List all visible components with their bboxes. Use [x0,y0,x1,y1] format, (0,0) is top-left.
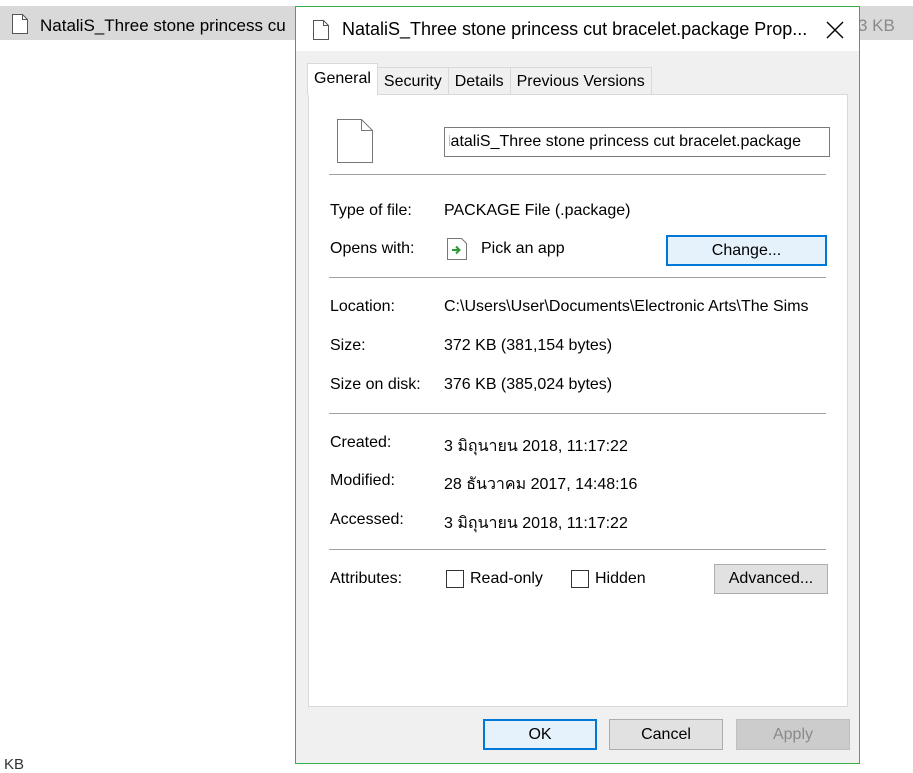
explorer-file-size: 3 KB [858,16,895,35]
pick-app-icon [447,238,467,260]
separator [329,413,826,414]
file-icon [337,119,373,163]
ok-button[interactable]: OK [483,719,597,750]
type-label: Type of file: [330,202,412,219]
accessed-value: 3 มิถุนายน 2018, 11:17:22 [444,515,628,532]
attributes-label: Attributes: [330,570,403,587]
created-value: 3 มิถุนายน 2018, 11:17:22 [444,438,628,455]
close-button[interactable] [816,11,854,49]
readonly-label: Read-only [470,570,543,587]
close-icon [826,21,844,39]
apply-button[interactable]: Apply [736,719,850,750]
modified-value: 28 ธันวาคม 2017, 14:48:16 [444,476,638,493]
general-panel: Type of file: PACKAGE File (.package) Op… [308,94,848,707]
modified-label: Modified: [330,472,395,489]
title-bar[interactable]: NataliS_Three stone princess cut bracele… [296,7,859,51]
explorer-file-name: NataliS_Three stone princess cu [40,16,286,35]
tab-general[interactable]: General [307,63,378,95]
created-label: Created: [330,434,392,451]
location-label: Location: [330,298,395,315]
size-on-disk-value: 376 KB (385,024 bytes) [444,376,613,393]
file-name-field[interactable] [444,127,830,157]
size-value: 372 KB (381,154 bytes) [444,337,613,354]
size-label: Size: [330,337,366,354]
advanced-button[interactable]: Advanced... [714,564,828,594]
change-button[interactable]: Change... [666,235,827,266]
tab-previous-versions[interactable]: Previous Versions [509,67,652,95]
explorer-bottom-text: KB [4,756,25,773]
location-value: C:\Users\User\Documents\Electronic Arts\… [444,298,809,315]
hidden-label: Hidden [595,570,646,587]
accessed-label: Accessed: [330,511,404,528]
tab-details[interactable]: Details [447,67,511,95]
separator [329,549,826,550]
size-on-disk-label: Size on disk: [330,376,421,393]
separator [329,277,826,278]
hidden-checkbox[interactable] [571,570,589,588]
file-icon [313,20,329,40]
file-icon [12,14,28,34]
properties-dialog: NataliS_Three stone princess cut bracele… [295,6,860,764]
cancel-button[interactable]: Cancel [609,719,723,750]
separator [329,174,826,175]
opens-with-value: Pick an app [481,240,565,257]
opens-with-label: Opens with: [330,240,415,257]
type-value: PACKAGE File (.package) [444,202,631,219]
readonly-checkbox[interactable] [446,570,464,588]
tab-security[interactable]: Security [376,67,449,95]
dialog-title: NataliS_Three stone princess cut bracele… [342,19,808,39]
tab-strip: General Security Details Previous Versio… [307,63,652,95]
